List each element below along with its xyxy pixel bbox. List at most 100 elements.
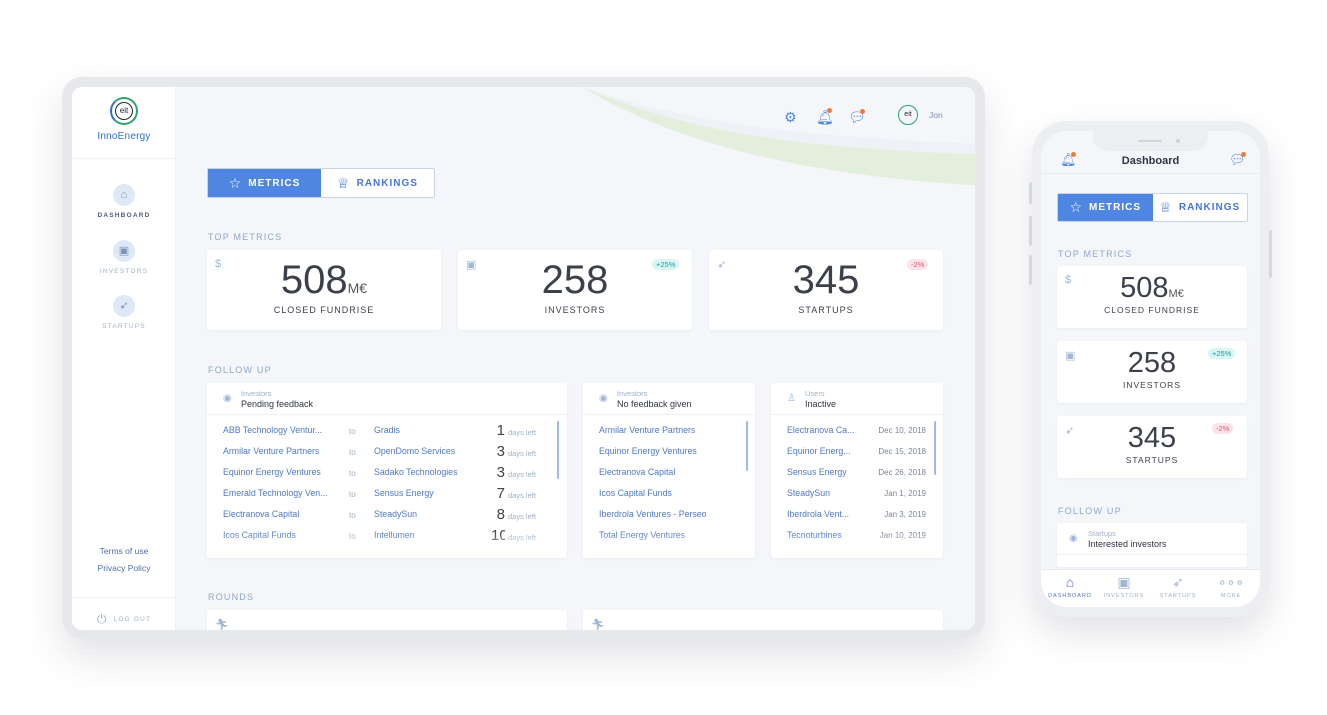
logout-button[interactable]: ⏻ LOG OUT [72,597,176,627]
avatar[interactable]: eit [898,105,918,125]
metric-card-investors[interactable]: ▣ +25% 258 INVESTORS [1057,341,1247,403]
table-row[interactable]: Equinor Energy Ventures to Sadako Technolo… [207,464,567,488]
user-name[interactable]: Sensus Energy [787,467,861,477]
metric-card-investors[interactable]: ▣ +25% 258 INVESTORS [458,250,692,330]
section-title-top-metrics: TOP METRICS [208,232,283,242]
investor-name[interactable]: Electranova Capital [599,467,744,477]
table-row[interactable]: Armilar Venture Partners to OpenDomo Servi… [207,443,567,467]
days-suffix: days left [508,470,536,479]
from-investor[interactable]: ABB Technology Ventur... [223,425,338,435]
metric-card-fundraise[interactable]: $ 508M€ CLOSED FUNDRISE [207,250,441,330]
tab-metrics[interactable]: ☆ METRICS [1058,194,1153,221]
to-startup[interactable]: SteadySun [374,509,484,519]
brand-logo[interactable]: eit InnoEnergy [72,87,176,159]
days-count: 3 [496,464,505,481]
investor-name[interactable]: Equinor Energy Ventures [599,446,744,456]
inactive-date: Jan 3, 2019 [884,510,926,519]
scrollbar[interactable] [557,421,559,479]
days-suffix: days left [508,428,536,437]
user-name[interactable]: Jon [929,110,943,120]
table-row[interactable]: ABB Technology Ventur... to Gradis 1 days le… [207,422,567,446]
phone-nav-dashboard[interactable]: ⌂ DASHBOARD [1043,574,1097,599]
followup-card-interested-investors[interactable]: ◉ Startups Interested investors [1057,523,1247,567]
to-startup[interactable]: Sadako Technologies [374,467,484,477]
sidebar-item-investors[interactable]: ▣ INVESTORS [72,240,176,275]
metric-card-startups[interactable]: ➶ -2% 345 STARTUPS [709,250,943,330]
home-icon: ⌂ [113,184,135,206]
inactive-date: Dec 26, 2018 [878,468,926,477]
list-item[interactable]: Electranova Ca... Dec 10, 2018 [771,425,943,446]
user-icon: ♙ [787,393,796,404]
list-item[interactable]: Sensus Energy Dec 26, 2018 [771,467,943,488]
table-row[interactable]: Emerald Technology Ven... to Sensus Energy… [207,485,567,509]
followup-card-no-feedback: ◉ Investors No feedback given Armilar Ve… [583,383,755,558]
list-item[interactable]: Equinor Energy Ventures [583,446,755,467]
followup-card-inactive: ♙ Users Inactive Electranova Ca... Dec 10… [771,383,943,558]
metric-card-fundraise[interactable]: $ 508M€ CLOSED FUNDRISE [1057,266,1247,328]
phone-page-title: Dashboard [1121,155,1180,167]
list-item[interactable]: Iberdrola Vent... Jan 3, 2019 [771,509,943,530]
from-investor[interactable]: Equinor Energy Ventures [223,467,338,477]
sidebar-item-label: STARTUPS [102,323,146,330]
power-icon: ⏻ [96,612,108,626]
to-startup[interactable]: Gradis [374,425,484,435]
user-name[interactable]: Iberdrola Vent... [787,509,861,519]
list-fade [771,532,943,558]
card-kind: Investors [241,389,272,398]
investor-name[interactable]: Iberdrola Ventures - Perseo [599,509,744,519]
brand-name: InnoEnergy [97,131,151,142]
sidebar-item-dashboard[interactable]: ⌂ DASHBOARD [72,184,176,219]
user-name[interactable]: Equinor Energ... [787,446,861,456]
metric-value: 508M€ [280,258,368,302]
privacy-link[interactable]: Privacy Policy [72,560,176,577]
notification-dot [827,108,832,113]
chat-dot [1241,152,1246,157]
investor-name[interactable]: Icos Capital Funds [599,488,744,498]
from-investor[interactable]: Armilar Venture Partners [223,446,338,456]
phone-nav-startups[interactable]: ➶ STARTUPS [1151,574,1205,599]
metric-label: INVESTORS [544,305,606,315]
to-startup[interactable]: OpenDomo Services [374,446,484,456]
tab-metrics[interactable]: ☆ METRICS [208,169,321,197]
list-item[interactable]: Iberdrola Ventures - Perseo [583,509,755,530]
to-word: to [349,490,356,499]
rocket-icon: ➶ [113,295,135,317]
phone-nav-more[interactable]: ∘∘∘ MORE [1204,574,1258,599]
table-row[interactable]: Electranova Capital to SteadySun 8 days left [207,506,567,530]
phone-power-button [1269,230,1272,278]
list-item[interactable]: Icos Capital Funds [583,488,755,509]
days-suffix: days left [508,512,536,521]
metric-card-startups[interactable]: ➶ -2% 345 STARTUPS [1057,416,1247,478]
list-item[interactable]: SteadySun Jan 1, 2019 [771,488,943,509]
user-name[interactable]: Electranova Ca... [787,425,861,435]
metric-value: 258 [1127,347,1177,379]
list-fade [207,532,567,558]
card-kind: Investors [617,389,648,398]
card-kind: Startups [1088,529,1116,538]
scrollbar[interactable] [934,421,936,475]
list-item[interactable]: Equinor Energ... Dec 15, 2018 [771,446,943,467]
card-header: ◉ Investors No feedback given [583,383,755,415]
days-count: 3 [496,443,505,460]
user-name[interactable]: SteadySun [787,488,861,498]
list-item[interactable]: Armilar Venture Partners [583,425,755,446]
from-investor[interactable]: Emerald Technology Ven... [223,488,338,498]
terms-link[interactable]: Terms of use [72,543,176,560]
from-investor[interactable]: Electranova Capital [223,509,338,519]
to-startup[interactable]: Sensus Energy [374,488,484,498]
tab-label: METRICS [248,177,301,189]
phone-nav-investors[interactable]: ▣ INVESTORS [1097,574,1151,599]
metric-label: CLOSED FUNDRISE [273,305,375,315]
rounds-card[interactable]: 🏃︎ [207,610,567,630]
rounds-card[interactable]: 🏃︎ [583,610,943,630]
sidebar-item-startups[interactable]: ➶ STARTUPS [72,295,176,330]
list-item[interactable]: Electranova Capital [583,467,755,488]
tab-rankings[interactable]: ♕ RANKINGS [321,169,434,197]
tab-rankings[interactable]: ♕ RANKINGS [1153,194,1248,221]
sidebar-item-label: INVESTORS [99,268,149,275]
settings-gear-icon[interactable]: ⚙ [784,109,797,126]
followup-card-pending-feedback: ◉ Investors Pending feedback ABB Technol… [207,383,567,558]
sidebar-item-label: DASHBOARD [97,212,151,219]
scrollbar[interactable] [746,421,748,471]
investor-name[interactable]: Armilar Venture Partners [599,425,744,435]
